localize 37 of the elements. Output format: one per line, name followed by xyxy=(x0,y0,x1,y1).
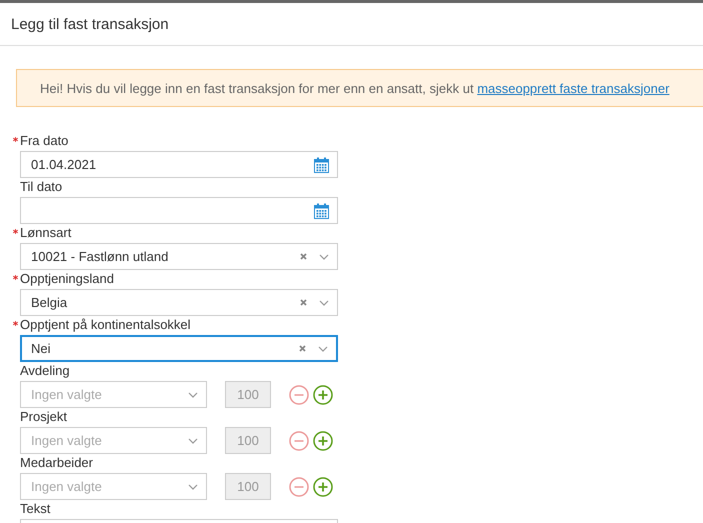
clear-icon[interactable] xyxy=(300,253,307,260)
add-icon[interactable] xyxy=(313,384,333,404)
clear-icon[interactable] xyxy=(300,299,307,306)
remove-icon[interactable] xyxy=(289,476,309,496)
field-label: Opptjent på kontinentalsokkel xyxy=(20,317,191,333)
field-label: Opptjeningsland xyxy=(20,271,114,287)
field-label: Avdeling xyxy=(20,363,70,379)
add-icon[interactable] xyxy=(313,430,333,450)
clear-icon[interactable] xyxy=(299,345,306,352)
chevron-down-icon[interactable] xyxy=(188,438,198,444)
share-field: 100 xyxy=(225,427,271,454)
date-field[interactable]: 01.04.2021 xyxy=(20,151,338,178)
dialog-title: Legg til fast transaksjon xyxy=(11,16,169,32)
calendar-icon[interactable] xyxy=(314,156,329,172)
bulk-create-link[interactable]: masseopprett faste transaksjoner xyxy=(477,80,670,96)
date-field[interactable] xyxy=(20,197,338,224)
chevron-down-icon[interactable] xyxy=(188,392,198,398)
chevron-down-icon[interactable] xyxy=(188,484,198,490)
banner-text: Hei! Hvis du vil legge inn en fast transaksjon for mer enn en ansatt, sjekk ut masseopprett faste transaksjoner xyxy=(40,80,670,96)
field-label: Fra dato xyxy=(20,133,68,149)
select-field[interactable]: Nei xyxy=(20,335,338,362)
select-field[interactable]: Belgia xyxy=(20,289,338,316)
calendar-icon[interactable] xyxy=(314,202,329,218)
select-field[interactable]: 10021 - Fastlønn utland xyxy=(20,243,338,270)
share-field: 100 xyxy=(225,381,271,408)
remove-icon[interactable] xyxy=(289,430,309,450)
field-label: Prosjekt xyxy=(20,409,67,425)
field-label: Til dato xyxy=(20,179,62,195)
field-label: Tekst xyxy=(20,501,50,517)
share-field: 100 xyxy=(225,473,271,500)
field-label: Medarbeider xyxy=(20,455,93,471)
chevron-down-icon[interactable] xyxy=(318,346,328,352)
field-label: Lønnsart xyxy=(20,225,72,241)
chevron-down-icon[interactable] xyxy=(319,300,329,306)
add-icon[interactable] xyxy=(313,476,333,496)
chevron-down-icon[interactable] xyxy=(319,254,329,260)
remove-icon[interactable] xyxy=(289,384,309,404)
